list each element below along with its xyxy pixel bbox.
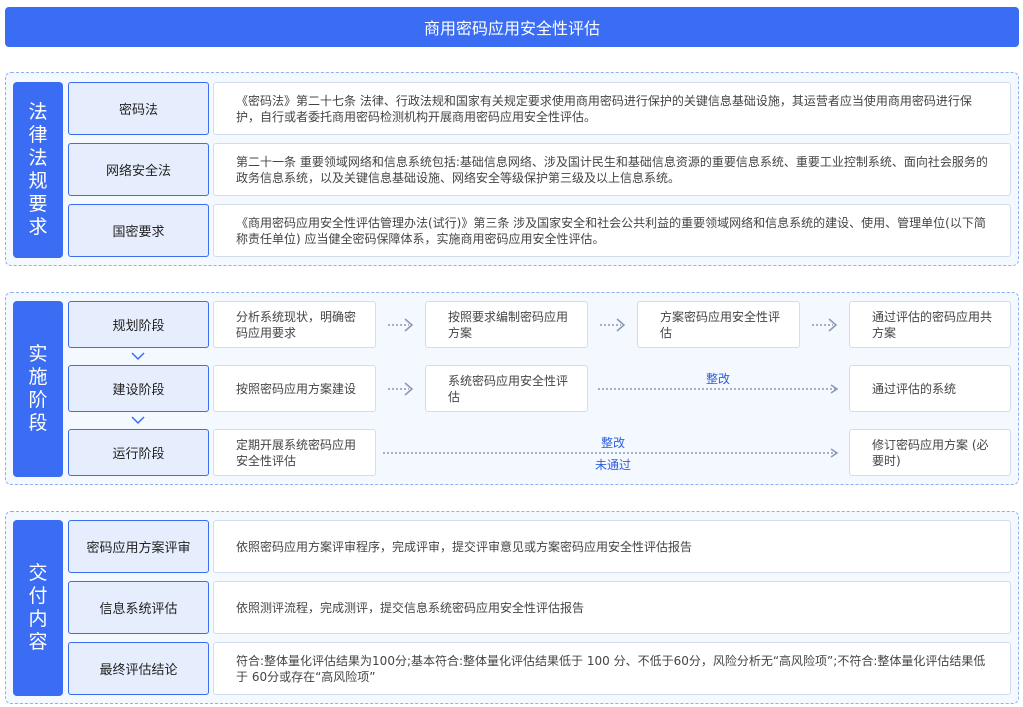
chevron-down-icon (131, 416, 145, 425)
deliver-row-desc-2: 依照测评流程，完成测评，提交信息系统密码应用安全性评估报告 (213, 581, 1011, 634)
legal-row-desc-1: 《密码法》第二十七条 法律、行政法规和国家有关规定要求使用商用密码进行保护的关键… (213, 82, 1011, 135)
construction-step-1: 按照密码应用方案建设 (213, 365, 376, 412)
dotted-arrow-right-icon (388, 382, 414, 396)
stage-label-planning: 规划阶段 (68, 301, 209, 348)
deliver-section-label: 交付内容 (13, 520, 63, 696)
legal-row-label-1: 密码法 (68, 82, 209, 135)
dotted-arrow-right-icon (598, 384, 839, 394)
failed-label: 未通过 (595, 458, 632, 472)
planning-step-4: 通过评估的密码应用共方案 (849, 301, 1011, 348)
planning-step-3: 方案密码应用安全性评估 (637, 301, 800, 348)
legal-section-label: 法律法规要求 (13, 82, 63, 258)
operation-step-1: 定期开展系统密码应用安全性评估 (213, 429, 376, 476)
deliver-row-label-3: 最终评估结论 (68, 642, 209, 695)
legal-row-label-2: 网络安全法 (68, 143, 209, 196)
legal-row-desc-2: 第二十一条 重要领域网络和信息系统包括:基础信息网络、涉及国计民生和基础信息资源… (213, 143, 1011, 196)
impl-section-label: 实施阶段 (13, 301, 63, 477)
dotted-arrow-right-icon (600, 318, 626, 332)
planning-step-2: 按照要求编制密码应用方案 (425, 301, 588, 348)
deliver-section: 交付内容 密码应用方案评审 依照密码应用方案评审程序，完成评审，提交评审意见或方… (5, 511, 1019, 704)
deliver-row-desc-1: 依照密码应用方案评审程序，完成评审，提交评审意见或方案密码应用安全性评估报告 (213, 520, 1011, 573)
deliver-row-label-2: 信息系统评估 (68, 581, 209, 634)
legal-row-desc-3: 《商用密码应用安全性评估管理办法(试行)》第三条 涉及国家安全和社会公共利益的重… (213, 204, 1011, 257)
stage-label-operation: 运行阶段 (68, 429, 209, 476)
deliver-row-desc-3: 符合:整体量化评估结果为100分;基本符合:整体量化评估结果低于 100 分、不… (213, 642, 1011, 695)
legal-row-label-3: 国密要求 (68, 204, 209, 257)
operation-step-2: 修订密码应用方案 (必要时) (849, 429, 1011, 476)
dotted-arrow-right-icon (388, 318, 414, 332)
stage-label-construction: 建设阶段 (68, 365, 209, 412)
construction-step-2: 系统密码应用安全性评估 (425, 365, 588, 412)
dotted-arrow-right-icon (812, 318, 838, 332)
deliver-row-label-1: 密码应用方案评审 (68, 520, 209, 573)
page-title: 商用密码应用安全性评估 (5, 7, 1019, 47)
construction-step-3: 通过评估的系统 (849, 365, 1011, 412)
legal-section: 法律法规要求 密码法 《密码法》第二十七条 法律、行政法规和国家有关规定要求使用… (5, 72, 1019, 266)
chevron-down-icon (131, 352, 145, 361)
planning-step-1: 分析系统现状，明确密码应用要求 (213, 301, 376, 348)
impl-section: 实施阶段 规划阶段 分析系统现状，明确密码应用要求 按照要求编制密码应用方案 方… (5, 292, 1019, 485)
